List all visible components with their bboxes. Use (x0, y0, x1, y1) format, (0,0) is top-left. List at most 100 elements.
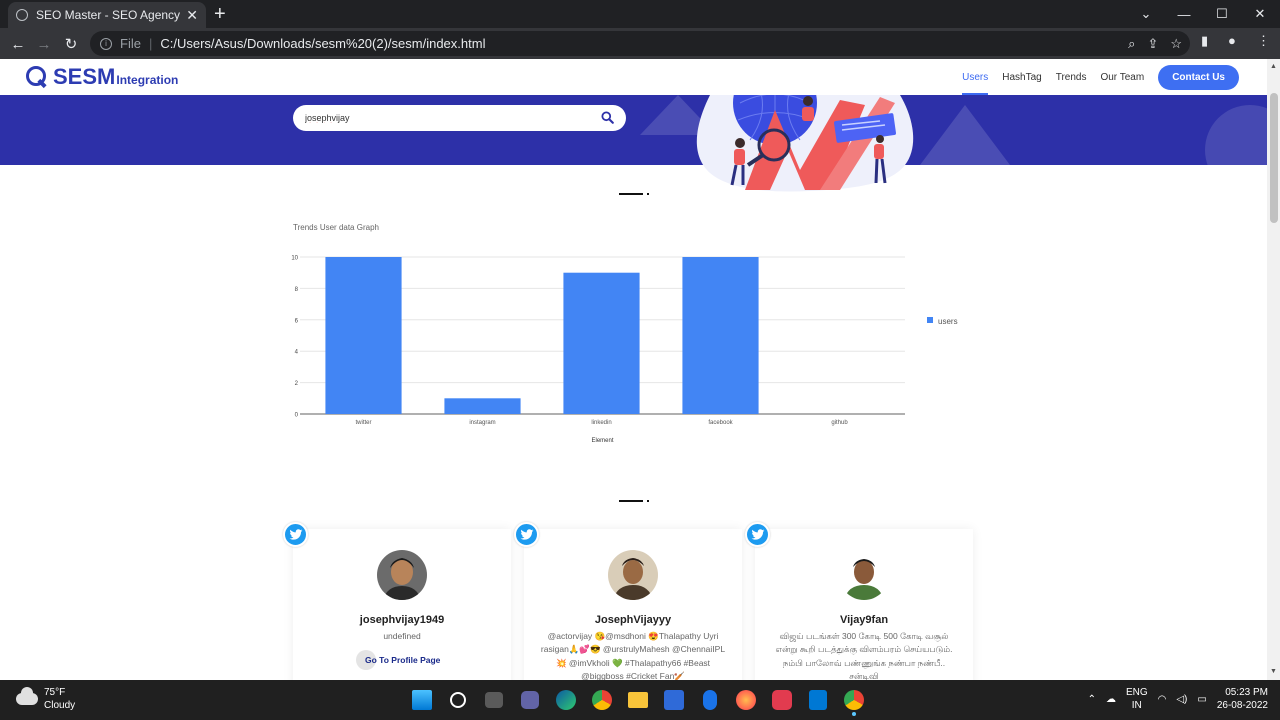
hero-triangle-decoration (920, 105, 1010, 165)
system-tray: ⌃ ☁ ENG IN ◠ ◁) ▭ 05:23 PM 26-08-2022 (1088, 686, 1268, 712)
bar-twitter (325, 257, 402, 414)
file-explorer-icon[interactable] (628, 692, 648, 708)
site-menu: Users HashTag Trends Our Team Contact Us (948, 65, 1239, 95)
app-icon[interactable] (664, 690, 684, 710)
weather-widget[interactable]: 75°F Cloudy (16, 686, 75, 712)
bookmark-star-icon[interactable]: ☆ (1170, 36, 1182, 52)
scroll-down-icon[interactable]: ▼ (1270, 668, 1277, 675)
contact-us-button[interactable]: Contact Us (1158, 65, 1239, 90)
twitter-icon (283, 522, 308, 547)
card-username: josephvijay1949 (359, 614, 445, 626)
app-icon[interactable] (772, 690, 792, 710)
avatar (839, 550, 889, 600)
tab-title: SEO Master - SEO Agency Websi (36, 8, 181, 22)
tab-close-icon[interactable]: ✕ (186, 7, 198, 24)
section-divider (619, 193, 649, 196)
address-bar[interactable]: i File | C:/Users/Asus/Downloads/sesm%20… (90, 31, 1190, 56)
y-tick-label: 10 (291, 256, 298, 262)
card-bio: undefined (383, 631, 421, 641)
address-separator: | (148, 36, 153, 51)
edge-icon[interactable] (556, 690, 576, 710)
tab-search-icon[interactable]: ⌄ (1127, 0, 1165, 28)
weather-condition: Cloudy (44, 700, 76, 711)
nav-our-team[interactable]: Our Team (1100, 66, 1144, 89)
go-to-profile-button[interactable]: Go To Profile Page (356, 650, 446, 670)
language-indicator[interactable]: ENG IN (1126, 686, 1148, 712)
search-taskbar-icon[interactable] (450, 692, 466, 708)
forward-button[interactable]: → (33, 33, 55, 55)
windows-taskbar: 75°F Cloudy ⌃ ☁ ENG IN ◠ ◁) ▭ 05:23 PM 2… (0, 680, 1280, 720)
site-logo[interactable]: SESM Integration (26, 64, 178, 90)
search-icon[interactable] (601, 111, 614, 124)
task-view-icon[interactable] (485, 692, 503, 708)
browser-tab[interactable]: SEO Master - SEO Agency Websi ✕ (8, 2, 206, 28)
onedrive-cloud-icon[interactable]: ☁ (1106, 694, 1116, 705)
reload-button[interactable]: ↻ (60, 33, 82, 55)
firefox-icon[interactable] (736, 690, 756, 710)
address-scheme: File (120, 36, 141, 51)
user-card: josephvijay1949 undefined Go To Profile … (283, 522, 511, 680)
nav-users[interactable]: Users (962, 66, 989, 95)
legend-swatch (927, 317, 933, 323)
clock-date: 26-08-2022 (1216, 700, 1268, 711)
clock[interactable]: 05:23 PM 26-08-2022 (1217, 686, 1268, 712)
x-tick-label: github (831, 420, 848, 426)
clock-time: 05:23 PM (1225, 687, 1268, 698)
menu-kebab-icon[interactable]: ⋮ (1257, 33, 1270, 49)
hero-banner (0, 95, 1267, 165)
chrome-active-icon[interactable] (844, 690, 864, 710)
x-tick-label: facebook (708, 420, 733, 426)
battery-icon[interactable]: ▭ (1197, 694, 1206, 705)
avatar (608, 550, 658, 600)
vscode-icon[interactable] (809, 690, 827, 710)
info-icon[interactable]: i (100, 37, 112, 50)
minimize-button[interactable]: — (1165, 0, 1203, 28)
close-window-button[interactable]: ✕ (1241, 0, 1279, 28)
scrollbar-thumb[interactable] (1270, 93, 1278, 223)
search-box (293, 105, 626, 131)
x-tick-label: twitter (355, 420, 371, 426)
taskbar-apps (410, 688, 866, 712)
legend-label: users (938, 317, 958, 326)
nav-trends[interactable]: Trends (1056, 66, 1087, 89)
side-panel-icon[interactable]: ▮ (1201, 33, 1208, 49)
teams-chat-icon[interactable] (521, 691, 539, 709)
hero-illustration (696, 95, 914, 192)
address-url[interactable]: C:/Users/Asus/Downloads/sesm%20(2)/sesm/… (160, 36, 485, 51)
maximize-button[interactable]: ☐ (1203, 0, 1241, 28)
chrome-icon[interactable] (592, 690, 612, 710)
wifi-icon[interactable]: ◠ (1158, 694, 1167, 705)
bar-instagram (444, 398, 521, 414)
tray-chevron-icon[interactable]: ⌃ (1088, 694, 1096, 705)
search-input[interactable] (305, 110, 595, 126)
y-tick-label: 0 (295, 413, 299, 419)
user-cards: josephvijay1949 undefined Go To Profile … (283, 519, 983, 680)
globe-icon (16, 9, 28, 21)
section-divider (619, 500, 649, 503)
brand-subtitle: Integration (116, 73, 179, 87)
share-icon[interactable]: ⇪ (1147, 36, 1158, 52)
browser-titlebar: SEO Master - SEO Agency Websi ✕ + ⌄ — ☐ … (0, 0, 1280, 28)
scroll-up-icon[interactable]: ▲ (1270, 63, 1277, 70)
new-tab-button[interactable]: + (214, 2, 226, 26)
chart-title: Trends User data Graph (293, 223, 379, 232)
page-scrollbar[interactable]: ▲ ▼ (1267, 59, 1280, 680)
card-username: JosephVijayyy (594, 614, 672, 626)
y-tick-label: 2 (295, 381, 299, 387)
zoom-icon[interactable]: ⌕ (1128, 36, 1135, 52)
site-navbar: SESM Integration Users HashTag Trends Ou… (0, 59, 1267, 95)
bluetooth-icon[interactable] (703, 690, 717, 710)
users-bar-chart: 0 2 4 6 8 10 twitter instagram linkedin facebook g… (291, 256, 958, 445)
back-button[interactable]: ← (7, 33, 29, 55)
volume-icon[interactable]: ◁) (1176, 694, 1187, 705)
profile-icon[interactable]: ● (1228, 33, 1236, 48)
bar-facebook (682, 257, 759, 414)
card-bio: @actorvijay 😘@msdhoni 😍Thalapathy Uyri r… (540, 631, 726, 680)
page-viewport: SESM Integration Users HashTag Trends Ou… (0, 59, 1267, 680)
y-tick-label: 6 (295, 318, 299, 324)
windows-start-icon[interactable] (412, 690, 432, 710)
y-tick-label: 4 (295, 350, 299, 356)
y-tick-label: 8 (295, 287, 299, 293)
nav-hashtag[interactable]: HashTag (1002, 66, 1041, 89)
go-to-profile-label: Go To Profile Page (365, 655, 441, 665)
